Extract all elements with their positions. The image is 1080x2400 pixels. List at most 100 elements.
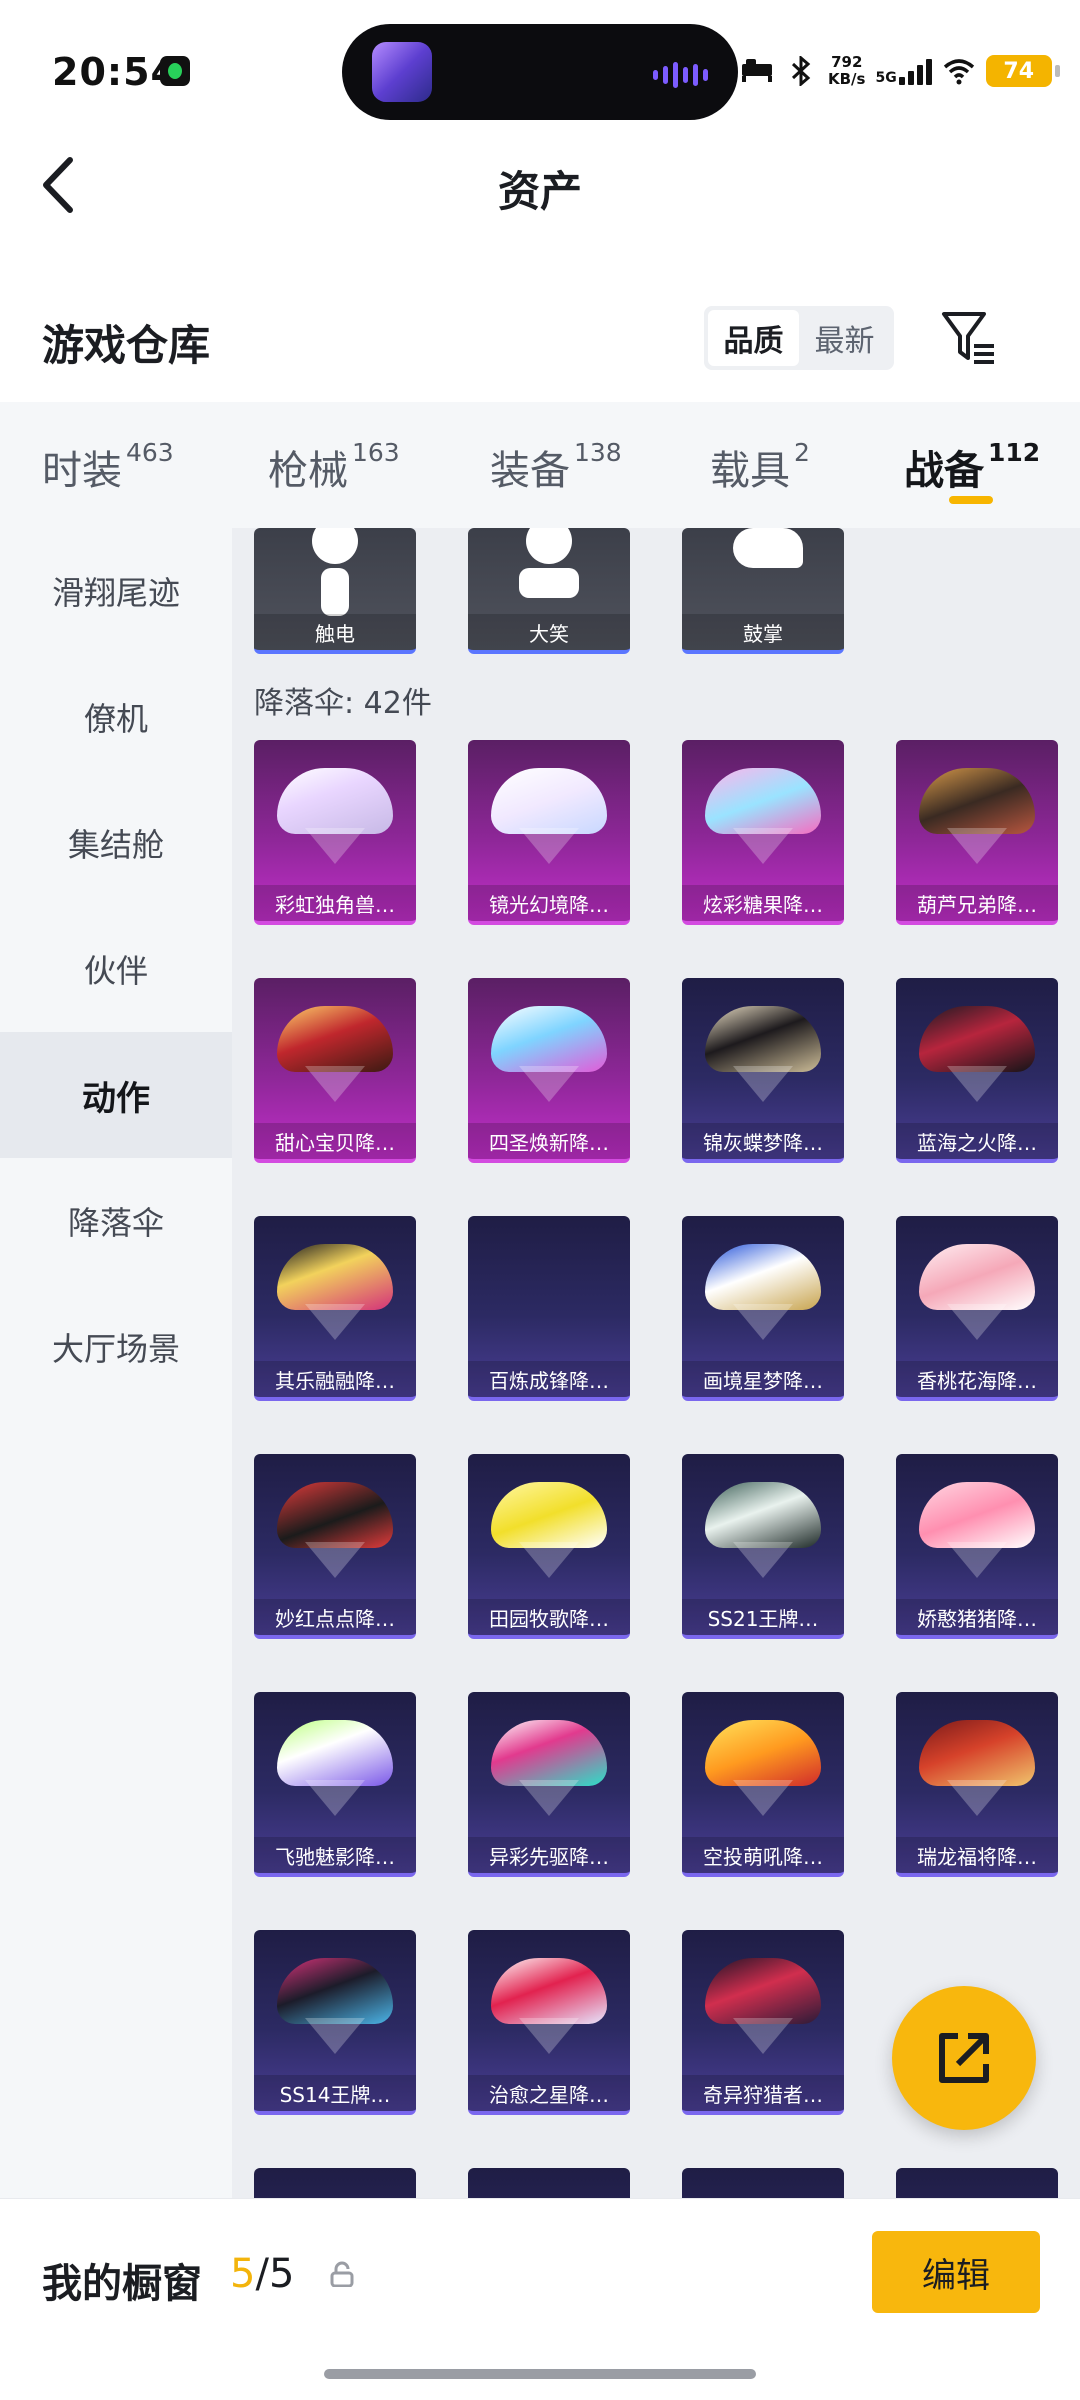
parachute-icon xyxy=(705,768,821,864)
tab-equipment[interactable]: 装备 138 xyxy=(490,438,622,496)
parachute-icon xyxy=(705,1958,821,2054)
parachute-card[interactable]: 香桃花海降… xyxy=(896,1216,1058,1401)
parachute-card[interactable]: SS21王牌… xyxy=(682,1454,844,1639)
parachute-icon xyxy=(919,1720,1035,1816)
emote-card[interactable]: 触电 xyxy=(254,528,416,654)
parachute-card[interactable]: 蓝海之火降… xyxy=(896,978,1058,1163)
emote-card[interactable]: 鼓掌 xyxy=(682,528,844,654)
sidebar-item-wingman[interactable]: 僚机 xyxy=(0,654,232,780)
dynamic-island[interactable] xyxy=(342,24,738,120)
now-playing-avatar xyxy=(372,42,432,102)
parachute-card[interactable]: 百炼成锋降… xyxy=(468,1216,630,1401)
item-grid: 触电 大笑 鼓掌 降落伞: 42件 彩虹独角兽… 镜光幻境降… 炫彩糖果降… 葫芦兄弟… xyxy=(232,528,1080,2198)
sidebar-item-assembly-pod[interactable]: 集结舱 xyxy=(0,780,232,906)
parachute-icon xyxy=(919,1006,1035,1102)
parachute-card[interactable] xyxy=(682,2168,844,2198)
parachute-icon xyxy=(491,768,607,864)
parachute-card[interactable]: 娇憨猪猪降… xyxy=(896,1454,1058,1639)
parachute-icon xyxy=(705,1244,821,1340)
clapping-hands-icon xyxy=(733,528,803,628)
parachute-card[interactable]: 甜心宝贝降… xyxy=(254,978,416,1163)
parachute-card[interactable]: 飞驰魅影降… xyxy=(254,1692,416,1877)
parachute-card[interactable]: SS14王牌… xyxy=(254,1930,416,2115)
parachute-icon xyxy=(277,1720,393,1816)
sidebar-item-parachute[interactable]: 降落伞 xyxy=(0,1158,232,1284)
filter-icon[interactable] xyxy=(940,308,1000,368)
showcase-separator: / xyxy=(255,2251,269,2297)
tab-firearms[interactable]: 枪械 163 xyxy=(268,438,400,496)
parachute-name: 镜光幻境降… xyxy=(468,885,630,921)
tab-vehicles[interactable]: 载具 2 xyxy=(710,438,810,496)
parachute-card[interactable]: 瑞龙福将降… xyxy=(896,1692,1058,1877)
home-indicator xyxy=(324,2369,756,2379)
parachute-card[interactable]: 彩虹独角兽… xyxy=(254,740,416,925)
tab-label: 战备 xyxy=(904,448,984,494)
parachute-icon xyxy=(277,1244,393,1340)
subcategory-sidebar: 滑翔尾迹 僚机 集结舱 伙伴 动作 降落伞 大厅场景 xyxy=(0,528,232,2198)
warehouse-title: 游戏仓库 xyxy=(42,321,211,370)
parachute-card[interactable]: 镜光幻境降… xyxy=(468,740,630,925)
parachute-card[interactable]: 炫彩糖果降… xyxy=(682,740,844,925)
status-icons: 792 KB/s 5G 74 xyxy=(740,46,1060,96)
status-bar: 20:54 792 KB/s 5G 74 xyxy=(0,0,1080,130)
parachute-name: 四圣焕新降… xyxy=(468,1123,630,1159)
parachute-card[interactable] xyxy=(468,2168,630,2198)
active-tab-indicator xyxy=(949,496,993,504)
net-speed-unit: KB/s xyxy=(828,70,866,88)
parachute-card[interactable]: 画境星梦降… xyxy=(682,1216,844,1401)
audio-wave-icon xyxy=(653,62,708,88)
parachute-icon xyxy=(491,1958,607,2054)
parachute-icon xyxy=(705,1006,821,1102)
tab-fashion[interactable]: 时装 463 xyxy=(42,438,174,496)
parachute-card[interactable]: 锦灰蝶梦降… xyxy=(682,978,844,1163)
sidebar-item-emote[interactable]: 动作 xyxy=(0,1032,232,1158)
tab-label: 时装 xyxy=(42,448,122,494)
parachute-name: 奇异狩猎者… xyxy=(682,2075,844,2111)
parachute-name: 画境星梦降… xyxy=(682,1361,844,1397)
bed-icon xyxy=(742,59,772,82)
tab-count: 138 xyxy=(574,438,622,467)
parachute-icon xyxy=(277,1006,393,1102)
parachute-card[interactable]: 空投萌吼降… xyxy=(682,1692,844,1877)
sidebar-item-partner[interactable]: 伙伴 xyxy=(0,906,232,1032)
parachute-card[interactable]: 其乐融融降… xyxy=(254,1216,416,1401)
external-link-icon xyxy=(939,2033,989,2083)
parachute-icon xyxy=(919,768,1035,864)
tab-battle-prep[interactable]: 战备 112 xyxy=(904,438,1040,496)
emote-figure-icon xyxy=(305,528,365,618)
showcase-current: 5 xyxy=(230,2251,256,2297)
tab-count: 2 xyxy=(794,438,810,467)
parachute-name: 瑞龙福将降… xyxy=(896,1837,1058,1873)
parachute-card[interactable]: 四圣焕新降… xyxy=(468,978,630,1163)
tab-count: 463 xyxy=(126,438,174,467)
parachute-card[interactable]: 异彩先驱降… xyxy=(468,1692,630,1877)
parachute-card[interactable]: 治愈之星降… xyxy=(468,1930,630,2115)
parachute-name: 百炼成锋降… xyxy=(468,1361,630,1397)
sidebar-item-glide-trail[interactable]: 滑翔尾迹 xyxy=(0,528,232,654)
parachute-icon xyxy=(705,1482,821,1578)
parachute-name: 炫彩糖果降… xyxy=(682,885,844,921)
sort-quality-option[interactable]: 品质 xyxy=(708,310,799,366)
edit-button[interactable]: 编辑 xyxy=(872,2231,1040,2313)
parachute-card[interactable]: 田园牧歌降… xyxy=(468,1454,630,1639)
parachute-icon xyxy=(919,1244,1035,1340)
parachute-card[interactable] xyxy=(896,2168,1058,2198)
sidebar-item-lobby-scene[interactable]: 大厅场景 xyxy=(0,1284,232,1410)
emote-name: 鼓掌 xyxy=(682,614,844,650)
parachute-card[interactable]: 奇异狩猎者… xyxy=(682,1930,844,2115)
share-button[interactable] xyxy=(892,1986,1036,2130)
parachute-name: 甜心宝贝降… xyxy=(254,1123,416,1159)
parachute-card[interactable]: 妙红点点降… xyxy=(254,1454,416,1639)
tab-count: 163 xyxy=(352,438,400,467)
parachute-name: 锦灰蝶梦降… xyxy=(682,1123,844,1159)
lock-icon xyxy=(330,2261,354,2287)
parachute-card[interactable]: 葫芦兄弟降… xyxy=(896,740,1058,925)
parachute-name: 空投萌吼降… xyxy=(682,1837,844,1873)
parachute-card[interactable] xyxy=(254,2168,416,2198)
parachute-name: 田园牧歌降… xyxy=(468,1599,630,1635)
sort-toggle: 品质 最新 xyxy=(704,306,894,370)
tab-label: 枪械 xyxy=(268,448,348,494)
emote-name: 触电 xyxy=(254,614,416,650)
sort-newest-option[interactable]: 最新 xyxy=(799,310,890,366)
emote-card[interactable]: 大笑 xyxy=(468,528,630,654)
